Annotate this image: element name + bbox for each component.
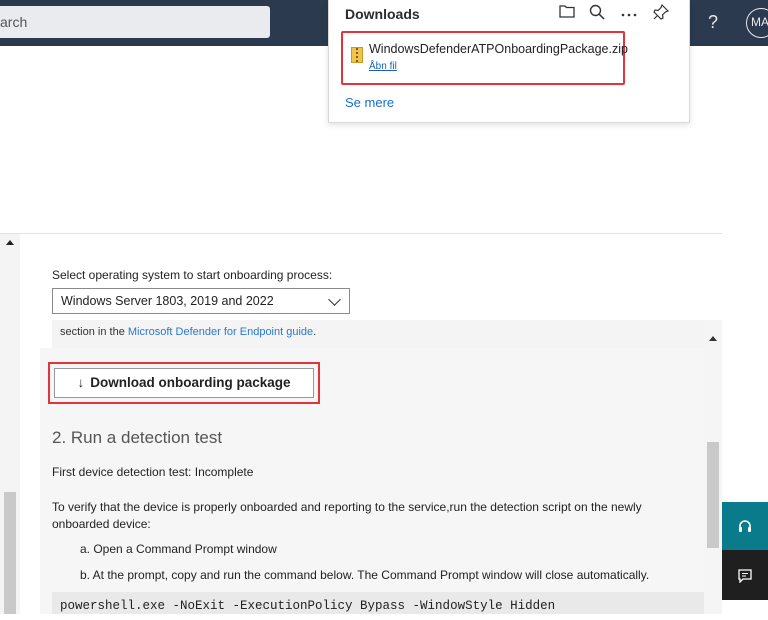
detection-command[interactable]: powershell.exe -NoExit -ExecutionPolicy … <box>52 592 704 614</box>
download-file-name: WindowsDefenderATPOnboardingPackage.zip <box>369 42 628 56</box>
os-select[interactable]: Windows Server 1803, 2019 and 2022 <box>52 288 350 314</box>
search-input[interactable]: arch <box>0 6 270 38</box>
download-arrow-icon: ↓ <box>77 375 85 390</box>
downloads-flyout: Downloads WindowsDefenderATPOnboardingPa… <box>328 0 690 123</box>
os-select-label: Select operating system to start onboard… <box>52 268 333 282</box>
scroll-up-icon[interactable] <box>709 336 717 341</box>
downloads-title: Downloads <box>345 6 420 22</box>
open-file-link[interactable]: Åbn fil <box>369 61 397 72</box>
headset-icon <box>739 520 751 533</box>
zip-file-icon <box>351 47 363 63</box>
help-icon[interactable]: ? <box>708 12 718 33</box>
pin-icon[interactable] <box>651 3 671 24</box>
feedback-button[interactable] <box>722 550 768 600</box>
content-scrollbar[interactable] <box>704 320 722 614</box>
guide-prefix: section in the <box>60 326 128 338</box>
guide-link[interactable]: Microsoft Defender for Endpoint guide <box>128 326 313 338</box>
feedback-icon <box>738 569 752 584</box>
content-scrollbar-thumb[interactable] <box>707 442 719 548</box>
avatar[interactable]: MA <box>746 8 768 38</box>
see-more-link[interactable]: Se mere <box>345 95 394 110</box>
chevron-down-icon <box>328 293 341 306</box>
guide-reference: section in the Microsoft Defender for En… <box>60 326 316 338</box>
scroll-up-icon[interactable] <box>6 240 14 245</box>
guide-suffix: . <box>313 326 317 338</box>
step2-heading: 2. Run a detection test <box>52 428 223 447</box>
detection-status: First device detection test: Incomplete <box>52 465 254 479</box>
step-a: a. Open a Command Prompt window <box>80 542 277 556</box>
os-select-value: Windows Server 1803, 2019 and 2022 <box>61 294 274 308</box>
folder-icon[interactable] <box>557 4 577 24</box>
left-scrollbar-thumb[interactable] <box>4 492 16 614</box>
search-icon[interactable] <box>587 4 607 24</box>
verify-instructions: To verify that the device is properly on… <box>52 500 642 531</box>
step-b: b. At the prompt, copy and run the comma… <box>80 568 650 582</box>
download-onboarding-package-button[interactable]: ↓ Download onboarding package <box>54 368 314 398</box>
help-chat-button[interactable] <box>722 502 768 550</box>
download-button-label: Download onboarding package <box>90 375 291 390</box>
download-button-highlight: ↓ Download onboarding package <box>48 362 320 404</box>
more-icon[interactable] <box>619 4 639 24</box>
download-item[interactable]: WindowsDefenderATPOnboardingPackage.zip … <box>341 31 628 85</box>
